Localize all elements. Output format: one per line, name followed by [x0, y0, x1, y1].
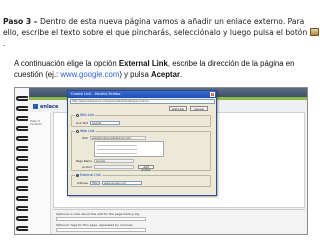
page-name-input[interactable]: Google: [94, 159, 134, 163]
web-link-section: Web Link Wiki wikieducativa.wikispaces.c…: [71, 129, 211, 172]
comment-field[interactable]: [56, 217, 146, 221]
wiki-link-legend[interactable]: Wiki Link: [75, 113, 96, 117]
link-button-icon: [309, 28, 319, 36]
address-label: Address: [76, 181, 88, 185]
wiki-label: Wiki: [82, 136, 88, 140]
wiki-link-section: Wiki Link Link Text Google: [71, 113, 211, 127]
sidebar-text: Table of Contents: [30, 120, 42, 126]
page-icon: [33, 104, 38, 109]
step-text: Dentro de esta nueva página vamos a añad…: [3, 17, 308, 37]
comment-hint: Optional: a note about this edit for the…: [56, 212, 140, 216]
instruction-option: External Link: [118, 59, 168, 68]
external-link-section: External Link Address http:// www.google…: [71, 173, 211, 187]
close-icon[interactable]: x: [210, 92, 215, 97]
editor-footer: Optional: a note about this edit for the…: [53, 210, 305, 234]
ring-icon: [16, 136, 28, 141]
wiki-link-radio[interactable]: [76, 113, 79, 117]
wiki-editor-background: enlace Table of Contents Optional: a not…: [29, 88, 307, 234]
link-text-label: Link Text: [75, 121, 88, 125]
step-instructions: Paso 3 – Dentro de esta nueva página vam…: [3, 16, 319, 49]
ring-icon: [16, 206, 28, 211]
ring-icon: [16, 116, 28, 121]
wiki-sidebar: Table of Contents: [29, 112, 51, 234]
anchor-label: Anchor: [82, 165, 92, 169]
step-label: Paso 3 –: [3, 17, 38, 26]
ring-icon: [16, 166, 28, 171]
instruction-paragraph: A continuación elige la opción External …: [14, 58, 314, 80]
ring-icon: [16, 96, 28, 101]
page-list[interactable]: [94, 141, 164, 157]
ring-icon: [16, 146, 28, 151]
instruction-end: .: [180, 70, 183, 79]
wiki-input[interactable]: wikieducativa.wikispaces.com: [90, 136, 146, 140]
add-anchor-button[interactable]: Add Anchor: [138, 165, 154, 172]
instruction-part3: ) y pulsa: [119, 70, 151, 79]
anchor-input[interactable]: [94, 165, 134, 169]
ring-icon: [16, 196, 28, 201]
web-link-legend[interactable]: Web Link: [75, 129, 96, 133]
ring-icon: [16, 106, 28, 111]
cancel-button[interactable]: Cancel: [190, 106, 208, 111]
ring-icon: [16, 156, 28, 161]
address-input[interactable]: www.google.com: [102, 181, 142, 185]
create-link-dialog: Create Link - Mozilla Firefox x http://w…: [67, 90, 217, 196]
web-link-radio[interactable]: [76, 129, 79, 133]
screenshot-frame: enlace Table of Contents Optional: a not…: [14, 87, 308, 235]
page-name-label: Page Name: [76, 159, 92, 163]
step-end: .: [3, 39, 6, 48]
dialog-title: Create Link - Mozilla Firefox: [68, 91, 216, 98]
external-link-radio[interactable]: [76, 173, 79, 177]
ring-icon: [16, 226, 28, 231]
example-url-link[interactable]: www.google.com: [60, 70, 119, 79]
instruction-accept: Aceptar: [150, 70, 180, 79]
link-text-input[interactable]: Google: [90, 121, 120, 125]
instruction-part1: A continuación elige la opción: [14, 59, 119, 68]
wiki-page-heading: enlace: [33, 104, 58, 110]
add-link-button[interactable]: Add Link: [169, 106, 187, 111]
dialog-url-bar: http://www.wikispaces.com/space/wiki/lin…: [70, 99, 215, 104]
notebook-rings: [15, 88, 29, 234]
ring-icon: [16, 126, 28, 131]
ring-icon: [16, 216, 28, 221]
ring-icon: [16, 176, 28, 181]
dialog-body: Add Link Cancel Wiki Link Link Text Goog…: [71, 106, 215, 194]
tags-field[interactable]: [56, 228, 146, 232]
tags-hint: Optional: tags for this page, separated …: [56, 223, 133, 227]
external-link-legend[interactable]: External Link: [75, 173, 102, 177]
protocol-select[interactable]: http://: [90, 181, 100, 185]
ring-icon: [16, 186, 28, 191]
